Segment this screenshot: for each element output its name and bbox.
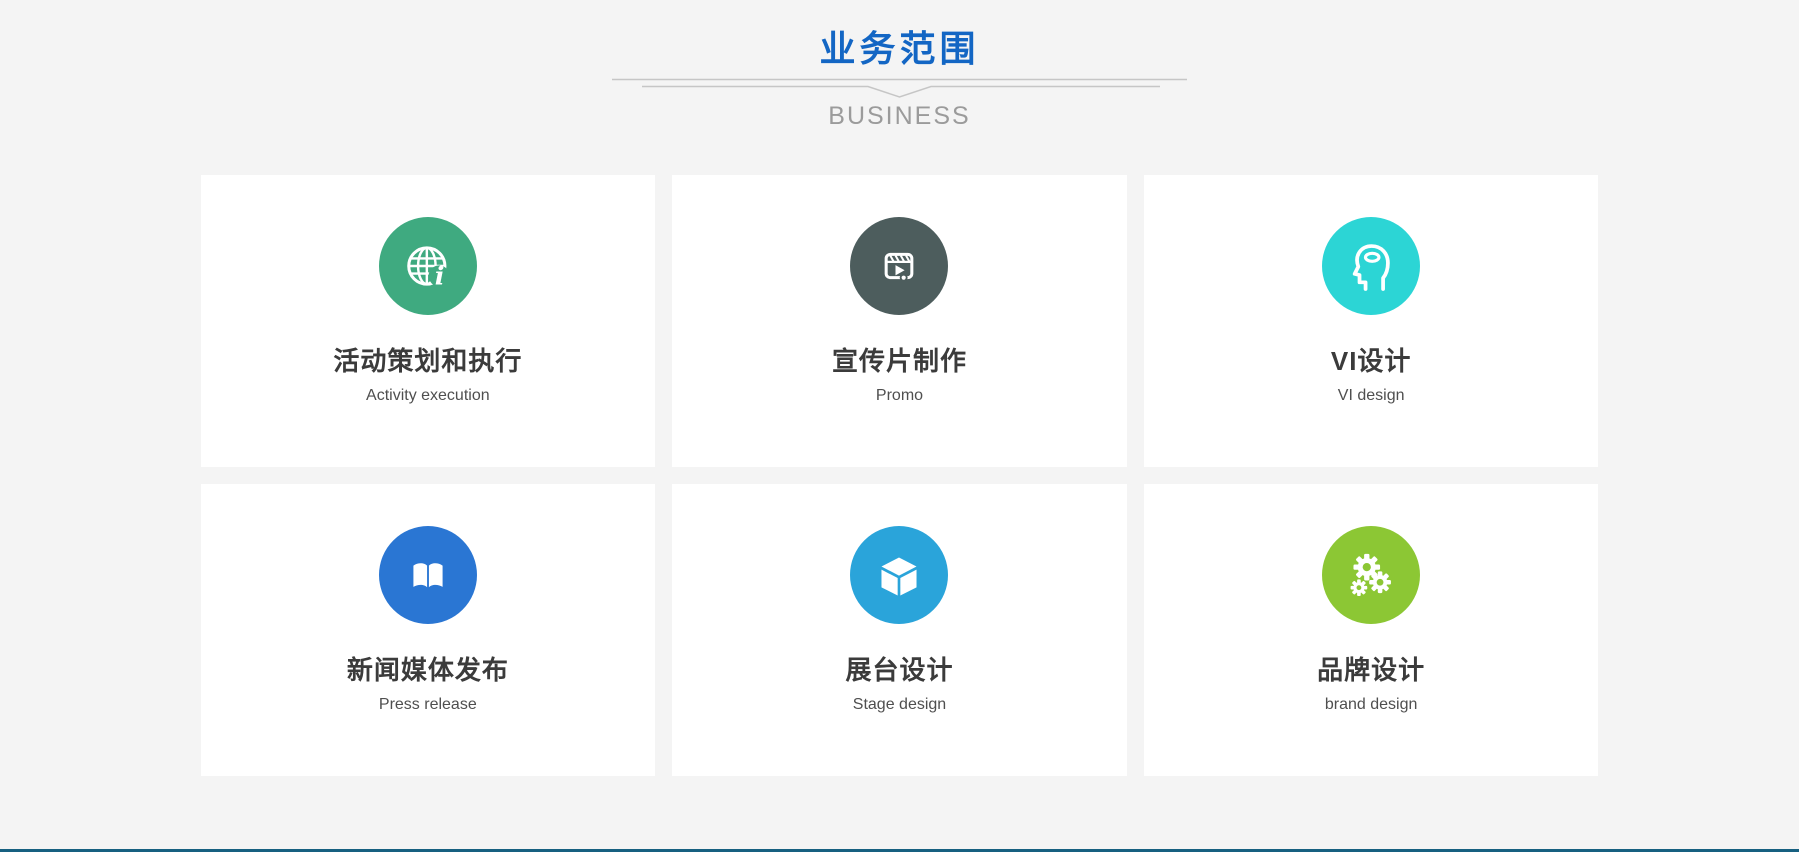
head-profile-icon bbox=[1342, 237, 1400, 295]
service-title: 品牌设计 bbox=[1144, 657, 1599, 683]
open-book-icon bbox=[400, 547, 456, 603]
press-icon-circle bbox=[379, 526, 477, 624]
vi-design-icon-circle bbox=[1322, 217, 1420, 315]
service-subtitle: VI design bbox=[1144, 388, 1599, 404]
service-subtitle: Promo bbox=[672, 388, 1127, 404]
svg-text:i: i bbox=[435, 262, 445, 292]
stage-icon-circle bbox=[850, 526, 948, 624]
services-grid: i 活动策划和执行 Activity execution bbox=[201, 175, 1599, 776]
service-title: VI设计 bbox=[1144, 348, 1599, 374]
section-divider bbox=[0, 78, 1799, 100]
service-subtitle: Stage design bbox=[672, 697, 1127, 713]
service-card-promo[interactable]: 宣传片制作 Promo bbox=[672, 175, 1127, 467]
service-card-brand-design[interactable]: 品牌设计 brand design bbox=[1144, 484, 1599, 776]
divider-chevron-lines bbox=[612, 78, 1187, 100]
section-subtitle: BUSINESS bbox=[0, 104, 1799, 129]
service-title: 活动策划和执行 bbox=[201, 348, 656, 374]
service-title: 宣传片制作 bbox=[672, 348, 1127, 374]
clapperboard-icon bbox=[871, 238, 927, 294]
gears-icon bbox=[1342, 546, 1400, 604]
cube-icon bbox=[870, 546, 928, 604]
service-title: 展台设计 bbox=[672, 657, 1127, 683]
activity-icon-circle: i bbox=[379, 217, 477, 315]
promo-icon-circle bbox=[850, 217, 948, 315]
service-title: 新闻媒体发布 bbox=[201, 657, 656, 683]
service-subtitle: Activity execution bbox=[201, 388, 656, 404]
section-title: 业务范围 bbox=[0, 0, 1799, 70]
globe-info-icon: i bbox=[400, 238, 456, 294]
brand-icon-circle bbox=[1322, 526, 1420, 624]
service-card-activity-execution[interactable]: i 活动策划和执行 Activity execution bbox=[201, 175, 656, 467]
business-scope-section: 业务范围 BUSINESS bbox=[0, 0, 1799, 852]
service-subtitle: Press release bbox=[201, 697, 656, 713]
service-subtitle: brand design bbox=[1144, 697, 1599, 713]
service-card-press-release[interactable]: 新闻媒体发布 Press release bbox=[201, 484, 656, 776]
service-card-stage-design[interactable]: 展台设计 Stage design bbox=[672, 484, 1127, 776]
service-card-vi-design[interactable]: VI设计 VI design bbox=[1144, 175, 1599, 467]
